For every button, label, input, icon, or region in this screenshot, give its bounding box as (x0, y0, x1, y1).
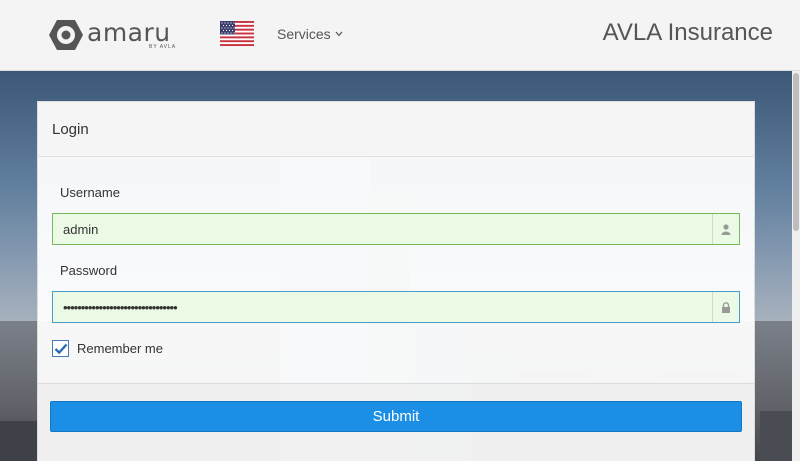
checkmark-icon (54, 343, 67, 354)
submit-button[interactable]: Submit (50, 401, 742, 432)
username-label: Username (60, 185, 120, 200)
remember-me-checkbox[interactable] (52, 340, 69, 357)
login-title: Login (38, 102, 754, 157)
scrollbar-thumb[interactable] (793, 73, 799, 231)
password-field-group (52, 291, 740, 323)
services-label: Services (277, 26, 331, 42)
username-field-group (52, 213, 740, 245)
amaru-logo[interactable]: amaru BY AVLA (48, 18, 178, 52)
remember-me-label: Remember me (77, 341, 163, 356)
logo-mark-icon (49, 20, 83, 50)
login-panel: Login Username Password Remember me Subm… (37, 101, 755, 461)
company-name: AVLA Insurance (602, 19, 773, 46)
login-form: Username Password Remember me (52, 185, 742, 357)
password-input[interactable] (53, 292, 703, 322)
password-label: Password (60, 263, 118, 278)
chevron-down-icon (335, 31, 343, 37)
us-flag-icon[interactable] (220, 21, 254, 46)
services-menu[interactable]: Services (277, 26, 343, 42)
username-input[interactable] (53, 214, 703, 244)
logo-subtext: BY AVLA (149, 44, 177, 50)
lock-icon (712, 292, 739, 322)
user-icon (712, 214, 739, 244)
remember-me-row[interactable]: Remember me (52, 340, 742, 357)
login-footer: Submit (38, 383, 754, 461)
top-header: amaru BY AVLA Services AVLA Insurance (0, 0, 800, 71)
